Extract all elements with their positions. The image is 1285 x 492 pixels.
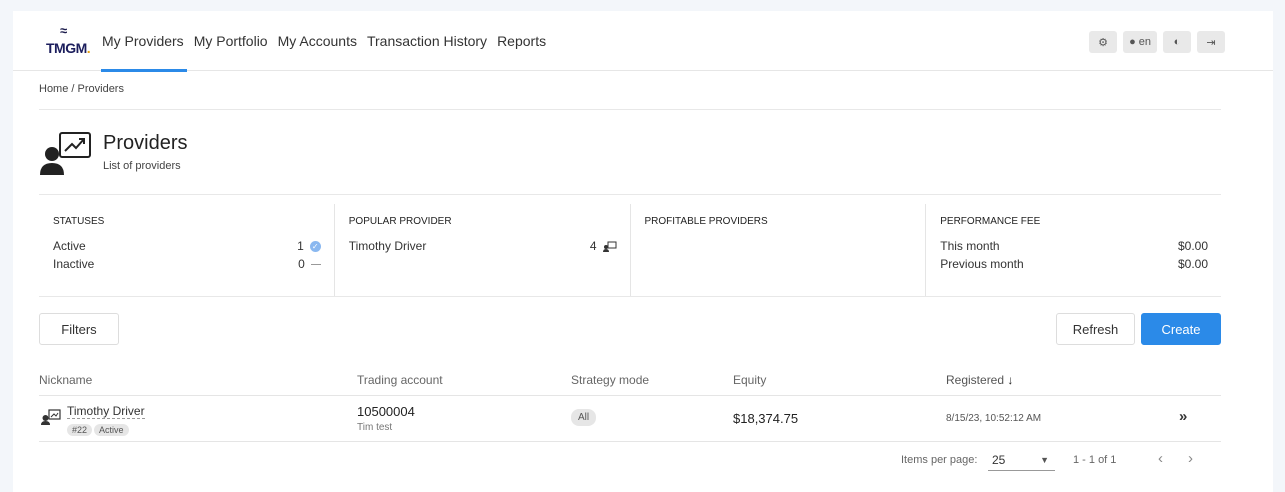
items-per-page-select[interactable]: 25 ▼ xyxy=(988,451,1055,471)
col-nickname[interactable]: Nickname xyxy=(39,373,92,387)
stat-heading: PERFORMANCE FEE xyxy=(940,216,1041,227)
stats-popular-provider: POPULAR PROVIDER Timothy Driver 4 xyxy=(335,204,631,296)
stats-profitable-providers: PROFITABLE PROVIDERS xyxy=(631,204,927,296)
table-row[interactable]: Timothy Driver #22 Active 10500004 Tim te… xyxy=(39,397,1221,442)
globe-icon: ● xyxy=(1129,36,1136,48)
divider xyxy=(39,194,1221,195)
stat-value: $0.00 xyxy=(1177,239,1208,253)
caret-down-icon: ▼ xyxy=(1040,455,1049,465)
refresh-button[interactable]: Refresh xyxy=(1056,313,1135,345)
logo-swoosh-icon: ≈ xyxy=(60,23,68,38)
equity-value: $18,374.75 xyxy=(733,411,799,426)
stat-label: Active xyxy=(53,239,86,253)
settings-button[interactable]: ⚙ xyxy=(1089,31,1118,53)
provider-icon xyxy=(602,241,616,252)
col-strategy-mode[interactable]: Strategy mode xyxy=(571,373,649,387)
trading-account-number: 10500004 xyxy=(357,404,415,419)
stat-label[interactable]: Timothy Driver xyxy=(349,239,427,253)
registered-date: 8/15/23, 10:52:12 AM xyxy=(946,413,1042,424)
strategy-mode-pill: All xyxy=(571,409,597,426)
stats-performance-fee: PERFORMANCE FEE This month $0.00 Previou… xyxy=(926,204,1221,296)
stat-row-inactive: Inactive 0 xyxy=(53,255,321,273)
page-subtitle: List of providers xyxy=(103,160,181,172)
main-nav: My Providers My Portfolio My Accounts Tr… xyxy=(97,11,551,72)
stat-label: Inactive xyxy=(53,257,95,271)
trading-account-name: Tim test xyxy=(357,422,393,433)
next-page-icon[interactable]: › xyxy=(1188,450,1193,467)
theme-toggle-button[interactable]: ◐ xyxy=(1163,31,1191,53)
stat-heading: PROFITABLE PROVIDERS xyxy=(644,216,768,227)
nav-transaction-history[interactable]: Transaction History xyxy=(362,11,492,71)
provider-id-badge: #22 xyxy=(67,424,93,436)
divider xyxy=(39,296,1221,297)
check-circle-icon: ✓ xyxy=(309,240,321,252)
sort-down-icon: ↓ xyxy=(1007,373,1014,387)
top-navigation: ≈ TMGM. My Providers My Portfolio My Acc… xyxy=(13,11,1273,72)
create-button[interactable]: Create xyxy=(1141,313,1221,345)
stat-value: 0 xyxy=(298,257,305,271)
tmgm-logo[interactable]: ≈ TMGM. xyxy=(46,23,91,59)
page-title: Providers xyxy=(103,132,188,154)
stat-row-previous-month: Previous month $0.00 xyxy=(940,255,1208,273)
col-equity[interactable]: Equity xyxy=(733,373,766,387)
stat-label: This month xyxy=(940,239,1000,253)
language-button[interactable]: ● en xyxy=(1123,31,1157,53)
gear-icon: ⚙ xyxy=(1098,36,1109,49)
nav-my-portfolio[interactable]: My Portfolio xyxy=(189,11,273,71)
stat-row-this-month: This month $0.00 xyxy=(940,237,1208,255)
stat-value: 1 xyxy=(297,239,304,253)
status-badge: Active xyxy=(94,424,129,436)
logout-icon: ⇥ xyxy=(1206,36,1216,49)
filters-button[interactable]: Filters xyxy=(39,313,119,345)
app-frame: ≈ TMGM. My Providers My Portfolio My Acc… xyxy=(13,11,1273,492)
dash-icon xyxy=(310,263,321,265)
stat-label: Previous month xyxy=(940,257,1024,271)
logo-text: TMGM xyxy=(46,40,87,56)
chevron-double-right-icon[interactable]: » xyxy=(1179,408,1187,425)
col-registered-label: Registered xyxy=(946,373,1005,387)
col-registered[interactable]: Registered ↓ xyxy=(946,373,1013,387)
stat-row-popular: Timothy Driver 4 xyxy=(349,237,617,255)
provider-icon xyxy=(41,409,61,425)
prev-page-icon[interactable]: ‹ xyxy=(1158,450,1163,467)
nav-my-accounts[interactable]: My Accounts xyxy=(273,11,362,71)
col-trading-account[interactable]: Trading account xyxy=(357,373,443,387)
stat-value: 4 xyxy=(589,239,597,253)
provider-nickname-link[interactable]: Timothy Driver xyxy=(67,404,145,419)
items-per-page-value: 25 xyxy=(992,453,1006,467)
nav-actions: ⚙ ● en ◐ ⇥ xyxy=(1089,31,1225,53)
stat-row-active: Active 1 ✓ xyxy=(53,237,321,255)
contrast-icon: ◐ xyxy=(1173,36,1181,48)
stat-heading: STATUSES xyxy=(53,216,105,227)
pager-range: 1 - 1 of 1 xyxy=(1073,454,1117,466)
stats-statuses: STATUSES Active 1 ✓ Inactive 0 xyxy=(39,204,335,296)
logout-button[interactable]: ⇥ xyxy=(1197,31,1225,53)
items-per-page-label: Items per page: xyxy=(901,454,978,466)
divider xyxy=(39,109,1221,110)
table-header: Nickname Trading account Strategy mode E… xyxy=(39,363,1221,396)
stats-panel: STATUSES Active 1 ✓ Inactive 0 POPULAR P… xyxy=(39,204,1221,296)
language-label: en xyxy=(1138,36,1151,48)
breadcrumb[interactable]: Home / Providers xyxy=(39,83,124,95)
stat-value: $0.00 xyxy=(1177,257,1208,271)
nav-reports[interactable]: Reports xyxy=(492,11,551,71)
stat-heading: POPULAR PROVIDER xyxy=(348,216,452,227)
nav-my-providers[interactable]: My Providers xyxy=(97,11,189,72)
providers-icon xyxy=(40,132,91,175)
logo-dot: . xyxy=(86,40,91,56)
